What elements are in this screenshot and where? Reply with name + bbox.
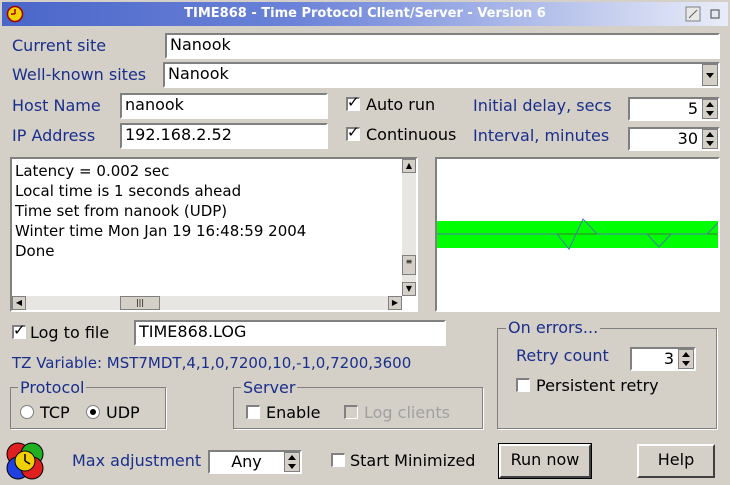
max-adjustment-spinner[interactable]: Any [208,450,302,474]
continuous-label: Continuous [366,125,457,144]
log-output[interactable]: Latency = 0.002 sec Local time is 1 seco… [10,157,418,312]
initial-delay-value: 5 [687,99,698,118]
spin-buttons[interactable] [284,452,300,472]
spin-arrows-icon [288,455,296,469]
log-to-file-checkbox[interactable]: ✓ [12,321,26,339]
enable-server-checkbox[interactable] [246,405,260,419]
radio-selected-dot [90,409,96,415]
scroll-thumb[interactable]: ||| [120,296,160,310]
current-site-field[interactable]: Nanook [165,33,720,59]
well-known-sites-select[interactable]: Nanook [163,62,720,88]
tcp-radio[interactable] [20,405,34,419]
checkmark-icon: ✓ [347,123,360,141]
offset-graph [435,157,720,312]
checkmark-icon: ✓ [347,93,360,111]
continuous-checkbox[interactable]: ✓ [346,123,360,141]
protocol-title: Protocol [18,378,87,397]
on-errors-title: On errors... [506,318,601,337]
enable-server-label: Enable [266,403,321,422]
spin-buttons[interactable] [702,129,718,149]
offset-graph-canvas [437,218,719,250]
scroll-right-icon[interactable]: ▶ [388,296,402,310]
run-now-button[interactable]: Run now [498,443,592,479]
ip-address-field[interactable]: 192.168.2.52 [120,123,328,149]
log-to-file-label: Log to file [30,323,110,342]
tz-variable-text: TZ Variable: MST7MDT,4,1,0,7200,10,-1,0,… [12,354,412,372]
tcp-label: TCP [40,403,70,422]
interval-spinner[interactable]: 30 [628,127,720,151]
retry-count-spinner[interactable]: 3 [630,347,696,371]
checkmark-icon: ✓ [13,321,26,339]
log-file-field[interactable]: TIME868.LOG [134,320,446,346]
chevron-down-icon [706,73,714,78]
scroll-up-icon[interactable]: ▲ [402,159,416,173]
scroll-down-icon[interactable]: ▼ [402,282,416,296]
persistent-retry-label: Persistent retry [536,376,659,395]
start-minimized-checkbox[interactable] [331,453,345,467]
server-title: Server [241,378,298,397]
spin-arrows-icon [706,132,714,146]
log-clients-checkbox[interactable] [344,405,358,419]
window-title: TIME868 - Time Protocol Client/Server - … [184,6,546,21]
log-line: Done [15,242,55,260]
well-known-sites-value: Nanook [168,64,229,83]
resize-icon[interactable] [685,6,701,22]
interval-value: 30 [677,129,698,148]
persistent-retry-checkbox[interactable] [516,378,530,392]
initial-delay-label: Initial delay, secs [473,96,612,115]
log-line: Time set from nanook (UDP) [15,202,228,220]
auto-run-checkbox[interactable]: ✓ [346,93,360,111]
log-line: Local time is 1 seconds ahead [15,182,242,200]
start-minimized-label: Start Minimized [350,451,476,470]
udp-label: UDP [106,403,140,422]
title-bar[interactable]: TIME868 - Time Protocol Client/Server - … [2,2,728,26]
interval-label: Interval, minutes [473,126,610,145]
spin-buttons[interactable] [678,349,694,369]
log-line: Latency = 0.002 sec [15,162,170,180]
spin-arrows-icon [682,352,690,366]
app-logo-icon [6,442,44,480]
dropdown-button[interactable] [702,64,718,86]
auto-run-label: Auto run [366,95,436,114]
scroll-thumb[interactable]: ≡ [402,255,416,275]
vertical-scrollbar[interactable]: ▲ ≡ ▼ [402,159,416,296]
ip-address-label: IP Address [12,126,96,145]
horizontal-scrollbar[interactable]: ◀ ||| ▶ [12,296,402,310]
help-button[interactable]: Help [637,444,715,478]
host-name-field[interactable]: nanook [120,93,328,119]
spin-arrows-icon [706,102,714,116]
well-known-sites-label: Well-known sites [12,65,147,84]
app-window: TIME868 - Time Protocol Client/Server - … [0,0,730,485]
spin-buttons[interactable] [702,99,718,119]
max-adjustment-value: Any [231,452,262,471]
log-clients-label: Log clients [364,403,450,422]
retry-count-value: 3 [663,349,674,368]
initial-delay-spinner[interactable]: 5 [628,97,720,121]
udp-radio[interactable] [86,405,100,419]
current-site-label: Current site [12,36,107,55]
scroll-left-icon[interactable]: ◀ [12,296,26,310]
max-adjustment-label: Max adjustment [72,451,202,470]
host-name-label: Host Name [12,96,101,115]
log-line: Winter time Mon Jan 19 16:48:59 2004 [15,222,307,240]
maximize-icon[interactable] [707,6,723,22]
retry-count-label: Retry count [516,346,609,365]
